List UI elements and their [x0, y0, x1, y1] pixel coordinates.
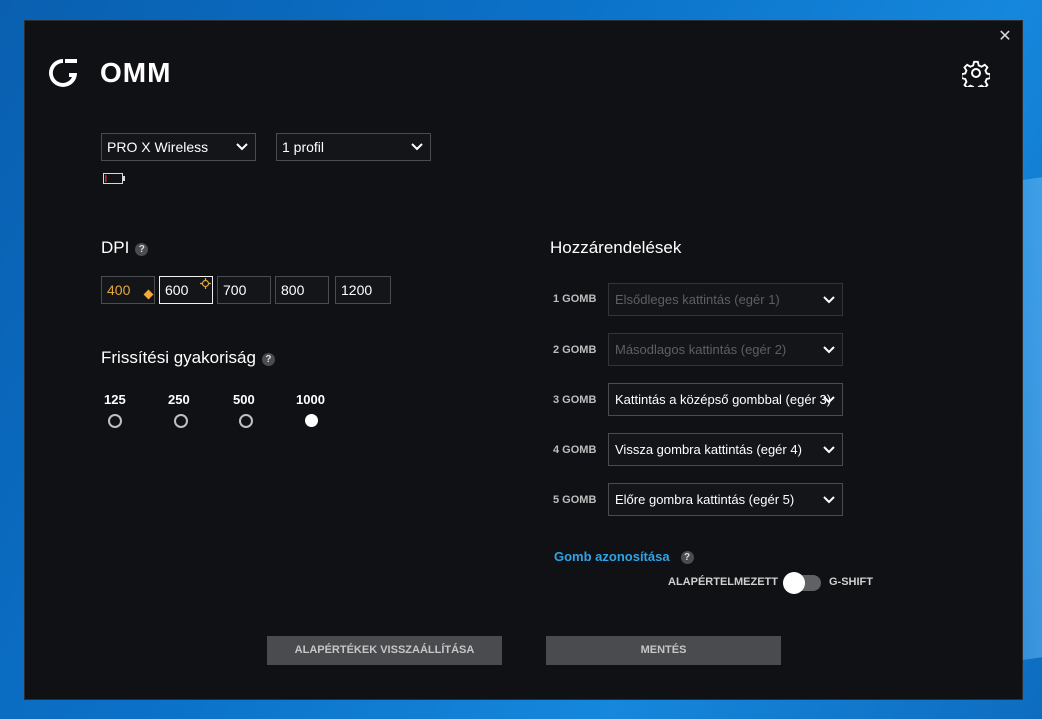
report-rate-title-text: Frissítési gyakoriság: [101, 348, 256, 367]
profile-select[interactable]: 1 profil: [276, 133, 431, 161]
button-1-assignment: Elsődleges kattintás (egér 1): [608, 283, 843, 316]
rate-label-250: 250: [168, 392, 190, 407]
report-rate-help-icon[interactable]: ?: [261, 353, 275, 366]
button-5-assignment-value: Előre gombra kattintás (egér 5): [615, 492, 795, 507]
rate-label-1000: 1000: [296, 392, 325, 407]
report-rate-title: Frissítési gyakoriság?: [101, 348, 275, 368]
battery-low-icon: [103, 173, 125, 184]
dpi-level-1[interactable]: 400: [101, 276, 155, 304]
dpi-level-value: 600: [165, 282, 189, 298]
button-5-assignment[interactable]: Előre gombra kattintás (egér 5): [608, 483, 843, 516]
identify-buttons-link-text: Gomb azonosítása: [554, 549, 670, 564]
dpi-title-text: DPI: [101, 238, 130, 257]
gshift-toggle-knob: [783, 572, 805, 594]
dpi-level-value: 700: [223, 282, 247, 298]
identify-buttons-link[interactable]: Gomb azonosítása?: [554, 549, 694, 564]
gear-icon[interactable]: [962, 59, 990, 87]
device-select[interactable]: PRO X Wireless: [101, 133, 256, 161]
chevron-down-icon: [823, 446, 835, 454]
dpi-level-3[interactable]: 700: [217, 276, 271, 304]
chevron-down-icon: [823, 296, 835, 304]
rate-radio-250[interactable]: [174, 414, 188, 428]
device-select-value: PRO X Wireless: [107, 139, 209, 155]
logitech-g-icon: [49, 59, 77, 87]
button-2-assignment-value: Másodlagos kattintás (egér 2): [615, 342, 787, 357]
dpi-level-value: 1200: [341, 282, 373, 298]
chevron-down-icon: [823, 346, 835, 354]
dpi-shift-target-icon: [200, 278, 211, 289]
rate-label-500: 500: [233, 392, 255, 407]
close-button[interactable]: ✕: [996, 28, 1014, 46]
button-3-assignment[interactable]: Kattintás a középső gombbal (egér 3): [608, 383, 843, 416]
dpi-level-4[interactable]: 800: [275, 276, 329, 304]
button-1-assignment-value: Elsődleges kattintás (egér 1): [615, 292, 780, 307]
assignments-title: Hozzárendelések: [550, 238, 682, 257]
dpi-level-value: 400: [107, 282, 131, 298]
button-4-assignment-value: Vissza gombra kattintás (egér 4): [615, 442, 802, 457]
button-4-label: 4 GOMB: [553, 444, 597, 456]
rate-radio-125[interactable]: [108, 414, 122, 428]
dpi-level-value: 800: [281, 282, 305, 298]
default-dpi-diamond-icon: [143, 289, 154, 300]
gshift-toggle[interactable]: [783, 572, 821, 594]
button-5-label: 5 GOMB: [553, 494, 597, 506]
chevron-down-icon: [823, 396, 835, 404]
button-2-label: 2 GOMB: [553, 344, 597, 356]
identify-help-icon[interactable]: ?: [680, 551, 694, 564]
rate-radio-1000[interactable]: [305, 414, 318, 427]
reset-defaults-button[interactable]: ALAPÉRTÉKEK VISSZAÁLLÍTÁSA: [267, 636, 502, 665]
rate-label-125: 125: [104, 392, 126, 407]
button-2-assignment: Másodlagos kattintás (egér 2): [608, 333, 843, 366]
button-3-label: 3 GOMB: [553, 394, 597, 406]
dpi-title: DPI?: [101, 238, 149, 258]
app-window: ✕ OMM PRO X Wireless 1 profil DPI? 400 6…: [24, 20, 1023, 700]
dpi-help-icon[interactable]: ?: [135, 243, 149, 256]
mode-gshift-label: G-SHIFT: [829, 576, 873, 588]
dpi-level-2[interactable]: 600: [159, 276, 213, 304]
dpi-level-5[interactable]: 1200: [335, 276, 391, 304]
chevron-down-icon: [823, 496, 835, 504]
profile-select-value: 1 profil: [282, 139, 325, 155]
button-4-assignment[interactable]: Vissza gombra kattintás (egér 4): [608, 433, 843, 466]
save-button[interactable]: MENTÉS: [546, 636, 781, 665]
button-3-assignment-value: Kattintás a középső gombbal (egér 3): [615, 392, 832, 407]
button-1-label: 1 GOMB: [553, 293, 597, 305]
chevron-down-icon: [411, 143, 423, 151]
chevron-down-icon: [236, 143, 248, 151]
rate-radio-500[interactable]: [239, 414, 253, 428]
app-title: OMM: [100, 57, 172, 88]
mode-default-label: ALAPÉRTELMEZETT: [668, 576, 778, 588]
